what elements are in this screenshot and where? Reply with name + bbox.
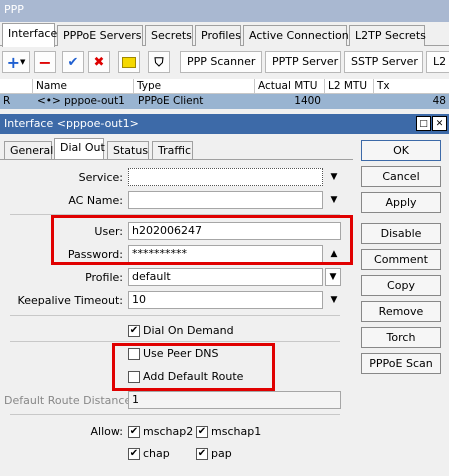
dial-on-demand-checkbox[interactable]: ✔ xyxy=(128,325,140,337)
tab-interface[interactable]: Interface xyxy=(2,23,57,47)
chap-label: chap xyxy=(143,447,170,460)
tab-general[interactable]: General xyxy=(4,141,53,160)
row-tx: 48 xyxy=(432,95,446,107)
apply-button[interactable]: Apply xyxy=(361,192,441,213)
copy-button[interactable]: Copy xyxy=(361,275,441,296)
pap-checkbox[interactable]: ✔ xyxy=(196,448,208,460)
profile-select[interactable]: default xyxy=(128,268,323,286)
remove-button[interactable]: Remove xyxy=(361,301,441,322)
chap-checkbox[interactable]: ✔ xyxy=(128,448,140,460)
tab-l2tp-secrets[interactable]: L2TP Secrets xyxy=(349,25,426,46)
ac-name-label: AC Name: xyxy=(68,194,123,207)
tab-profiles[interactable]: Profiles xyxy=(195,25,241,46)
mschap2-checkbox[interactable]: ✔ xyxy=(128,426,140,438)
separator xyxy=(10,414,340,415)
chevron-down-icon[interactable]: ▼ xyxy=(329,172,339,182)
filter-icon[interactable]: ⛉ xyxy=(148,51,170,73)
credentials-highlight xyxy=(51,215,353,265)
ppp-scanner-button[interactable]: PPP Scanner xyxy=(180,51,262,73)
add-icon[interactable]: + ▼ xyxy=(2,51,30,73)
torch-button[interactable]: Torch xyxy=(361,327,441,348)
remove-icon[interactable]: − xyxy=(34,51,56,73)
tab-pppoe-servers[interactable]: PPPoE Servers xyxy=(57,25,143,46)
tab-dial-out[interactable]: Dial Out xyxy=(54,138,105,160)
flag-column-header[interactable] xyxy=(0,79,32,94)
row-l2-mtu xyxy=(324,94,373,109)
tab-active-connections[interactable]: Active Connections xyxy=(243,25,355,46)
column-actual-mtu[interactable]: Actual MTU xyxy=(254,79,324,94)
tab-secrets[interactable]: Secrets xyxy=(145,25,193,46)
comment-button[interactable]: Comment xyxy=(361,249,441,270)
l2-server-button[interactable]: L2 xyxy=(426,51,449,73)
route-distance-label: Default Route Distance: xyxy=(4,394,135,407)
service-field[interactable] xyxy=(128,168,323,186)
dialog-title: Interface <pppoe-out1> xyxy=(4,117,139,130)
row-flag: R xyxy=(3,95,11,107)
column-tx[interactable]: Tx xyxy=(373,79,449,94)
dns-route-highlight xyxy=(112,343,275,391)
dial-on-demand-label: Dial On Demand xyxy=(143,324,234,337)
maximize-icon[interactable]: □ xyxy=(416,116,431,131)
column-l2-mtu[interactable]: L2 MTU xyxy=(324,79,373,94)
ac-name-field[interactable] xyxy=(128,191,323,209)
close-icon[interactable]: ✕ xyxy=(432,116,447,131)
cancel-button[interactable]: Cancel xyxy=(361,166,441,187)
enable-icon[interactable]: ✔ xyxy=(62,51,84,73)
toolbar: + ▼ − ✔ ✖ ⛉ PPP Scanner PPTP Server SSTP … xyxy=(0,47,449,78)
row-actual-mtu: 1400 xyxy=(294,95,321,107)
pap-label: pap xyxy=(211,447,232,460)
separator xyxy=(10,341,340,342)
comment-icon[interactable] xyxy=(118,51,140,73)
tab-traffic[interactable]: Traffic xyxy=(152,141,193,160)
mschap1-checkbox[interactable]: ✔ xyxy=(196,426,208,438)
window-title: PPP xyxy=(4,3,24,16)
ok-button[interactable]: OK xyxy=(361,140,441,161)
separator xyxy=(10,315,340,316)
chevron-down-icon[interactable]: ▼ xyxy=(329,295,339,305)
row-name: <•> pppoe-out1 xyxy=(37,95,125,107)
dialog-titlebar[interactable]: Interface <pppoe-out1> □ ✕ xyxy=(0,114,449,134)
row-type: PPPoE Client xyxy=(138,95,204,107)
mschap2-label: mschap2 xyxy=(143,425,194,438)
pppoe-scan-button[interactable]: PPPoE Scan xyxy=(361,353,441,374)
column-name[interactable]: Name xyxy=(32,79,133,94)
column-type[interactable]: Type xyxy=(133,79,254,94)
window-titlebar: PPP xyxy=(0,0,449,22)
disable-icon[interactable]: ✖ xyxy=(88,51,110,73)
dropdown-arrow-icon[interactable]: ▼ xyxy=(325,268,341,286)
profile-label: Profile: xyxy=(85,271,123,284)
disable-button[interactable]: Disable xyxy=(361,223,441,244)
route-distance-field[interactable]: 1 xyxy=(128,391,341,409)
allow-label: Allow: xyxy=(90,425,123,438)
chevron-down-icon[interactable]: ▼ xyxy=(329,195,339,205)
table-row[interactable]: R <•> pppoe-out1 PPPoE Client 1400 48 xyxy=(0,94,449,109)
sstp-server-button[interactable]: SSTP Server xyxy=(344,51,423,73)
mschap1-label: mschap1 xyxy=(211,425,262,438)
main-tabs: Interface PPPoE Servers Secrets Profiles… xyxy=(0,22,449,47)
keepalive-field[interactable]: 10 xyxy=(128,291,323,309)
tab-status[interactable]: Status xyxy=(107,141,149,160)
pptp-server-button[interactable]: PPTP Server xyxy=(265,51,341,73)
grid-header: Name Type Actual MTU L2 MTU Tx xyxy=(0,79,449,94)
keepalive-label: Keepalive Timeout: xyxy=(17,294,123,307)
service-label: Service: xyxy=(78,171,123,184)
